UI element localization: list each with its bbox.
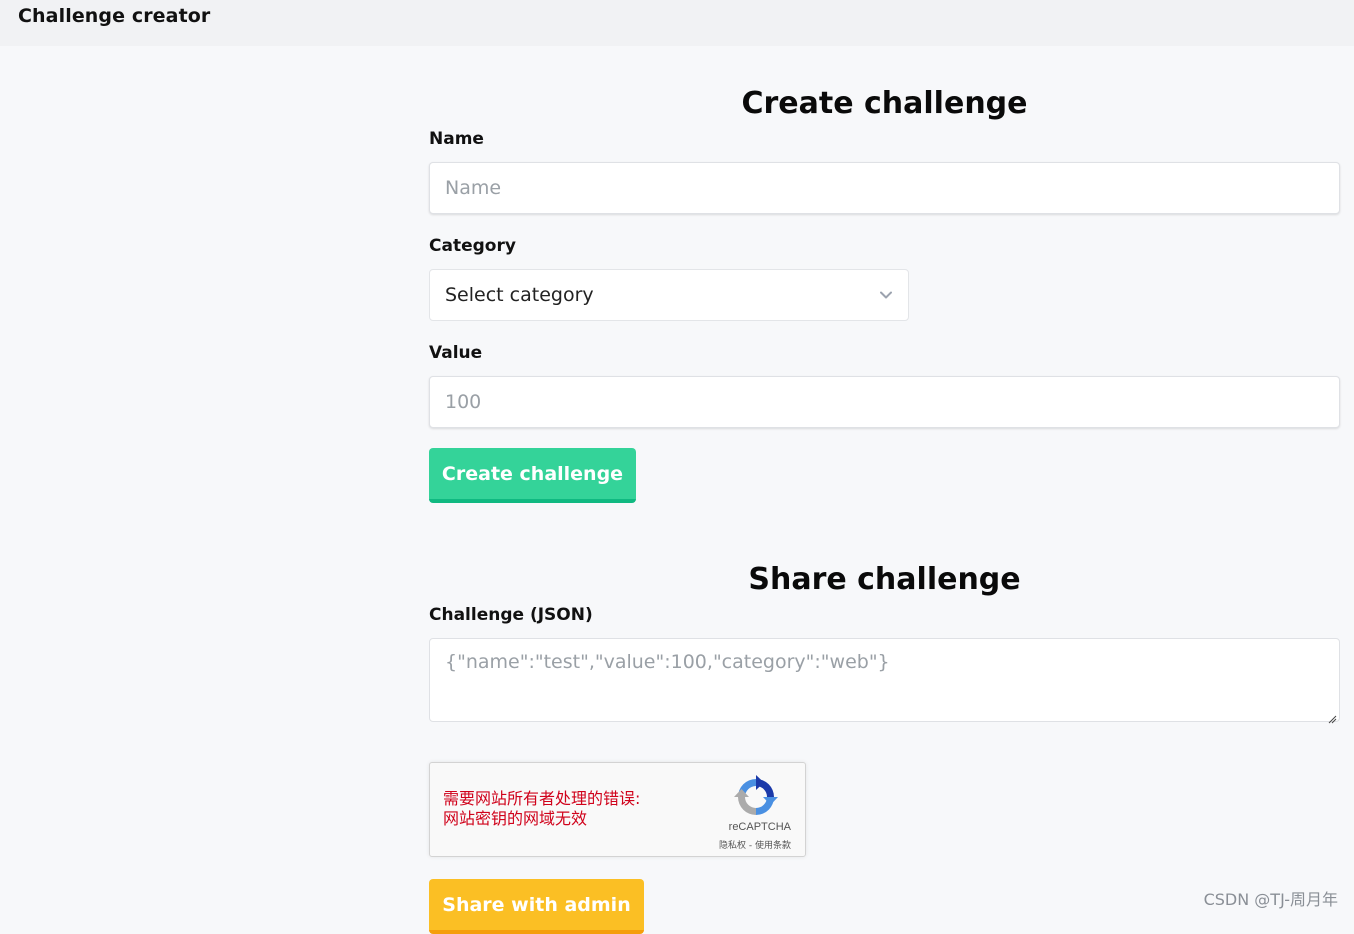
resize-handle-icon[interactable] bbox=[1327, 709, 1337, 724]
category-select[interactable]: Select category bbox=[429, 269, 909, 321]
value-label: Value bbox=[429, 343, 483, 363]
value-input[interactable] bbox=[429, 376, 1340, 428]
share-with-admin-button[interactable]: Share with admin bbox=[429, 879, 644, 934]
recaptcha-error-line-2: 网站密钥的网域无效 bbox=[443, 809, 588, 828]
recaptcha-widget[interactable]: 需要网站所有者处理的错误: 网站密钥的网域无效 reCAPTCHA 隐私权 - … bbox=[429, 762, 806, 857]
top-bar: Challenge creator bbox=[0, 0, 1354, 46]
app-title: Challenge creator bbox=[18, 5, 211, 27]
create-challenge-heading: Create challenge bbox=[741, 86, 1028, 121]
recaptcha-error-line-1: 需要网站所有者处理的错误: bbox=[443, 789, 641, 808]
share-challenge-heading: Share challenge bbox=[748, 562, 1021, 597]
category-selected-value: Select category bbox=[445, 284, 594, 306]
recaptcha-error-message: 需要网站所有者处理的错误: 网站密钥的网域无效 bbox=[443, 789, 640, 829]
challenge-json-label: Challenge (JSON) bbox=[429, 605, 593, 625]
recaptcha-brand-label: reCAPTCHA bbox=[728, 821, 791, 833]
recaptcha-privacy-terms-links[interactable]: 隐私权 - 使用条款 bbox=[719, 838, 791, 851]
challenge-json-textarea[interactable] bbox=[429, 638, 1340, 722]
name-label: Name bbox=[429, 129, 484, 149]
category-label: Category bbox=[429, 236, 516, 256]
create-challenge-button[interactable]: Create challenge bbox=[429, 448, 636, 503]
watermark: CSDN @TJ-周月年 bbox=[1203, 890, 1338, 909]
recaptcha-logo-icon bbox=[734, 775, 778, 819]
name-input[interactable] bbox=[429, 162, 1340, 214]
chevron-down-icon bbox=[879, 288, 893, 302]
